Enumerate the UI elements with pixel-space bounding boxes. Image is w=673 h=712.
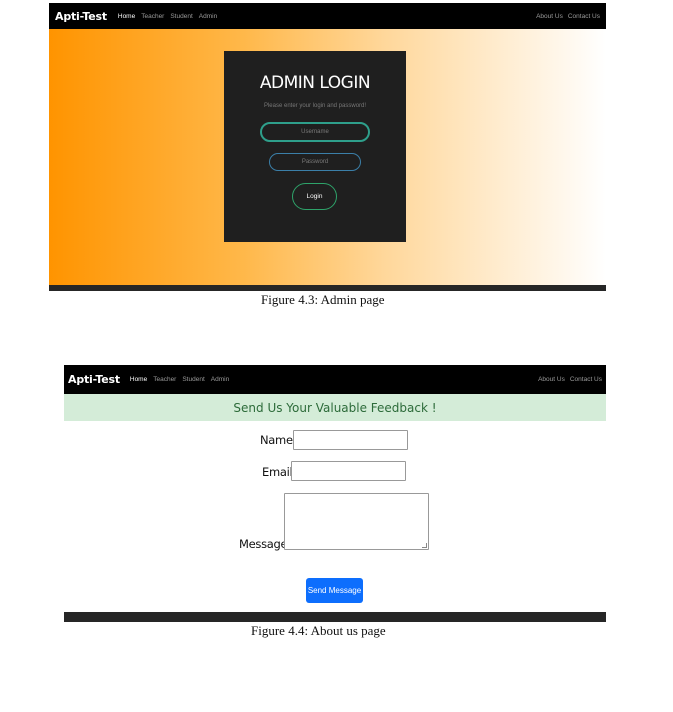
login-subtitle: Please enter your login and password! xyxy=(263,103,367,109)
brand-logo[interactable]: Apti-Test xyxy=(68,373,120,386)
navbar: Apti-Test Home Teacher Student Admin Abo… xyxy=(49,3,606,29)
nav-home[interactable]: Home xyxy=(130,376,147,383)
nav-admin[interactable]: Admin xyxy=(199,13,217,20)
send-message-button[interactable]: Send Message xyxy=(306,578,363,603)
navbar: Apti-Test Home Teacher Student Admin Abo… xyxy=(64,365,606,394)
nav-student[interactable]: Student xyxy=(170,13,192,20)
nav-about-us[interactable]: About Us xyxy=(538,376,565,383)
nav-contact-us[interactable]: Contact Us xyxy=(570,376,602,383)
admin-page-screenshot: Apti-Test Home Teacher Student Admin Abo… xyxy=(49,3,606,291)
nav-right: About Us Contact Us xyxy=(533,376,602,383)
nav-teacher[interactable]: Teacher xyxy=(153,376,176,383)
feedback-banner: Send Us Your Valuable Feedback ! xyxy=(64,394,606,421)
nav-home[interactable]: Home xyxy=(118,13,135,20)
brand-logo[interactable]: Apti-Test xyxy=(55,10,107,23)
footer-bar xyxy=(64,612,606,622)
nav-right: About Us Contact Us xyxy=(531,13,600,20)
name-input[interactable] xyxy=(293,430,408,450)
nav-about-us[interactable]: About Us xyxy=(536,13,563,20)
resize-grip-icon[interactable] xyxy=(422,543,427,548)
email-input[interactable] xyxy=(291,461,406,481)
figure-caption-admin: Figure 4.3: Admin page xyxy=(261,292,385,307)
message-textarea[interactable] xyxy=(284,493,429,550)
figure-caption-about: Figure 4.4: About us page xyxy=(251,623,386,638)
nav-admin[interactable]: Admin xyxy=(211,376,229,383)
nav-contact-us[interactable]: Contact Us xyxy=(568,13,600,20)
about-page-screenshot: Apti-Test Home Teacher Student Admin Abo… xyxy=(64,365,606,622)
username-input[interactable]: Username xyxy=(260,122,370,142)
footer-bar xyxy=(49,285,606,291)
nav-teacher[interactable]: Teacher xyxy=(141,13,164,20)
nav-student[interactable]: Student xyxy=(182,376,204,383)
login-title: ADMIN LOGIN xyxy=(259,73,371,93)
login-card: ADMIN LOGIN Please enter your login and … xyxy=(224,51,406,242)
password-input[interactable]: Password xyxy=(269,153,361,171)
login-button[interactable]: Login xyxy=(292,183,337,210)
name-label: Name: xyxy=(260,433,297,447)
